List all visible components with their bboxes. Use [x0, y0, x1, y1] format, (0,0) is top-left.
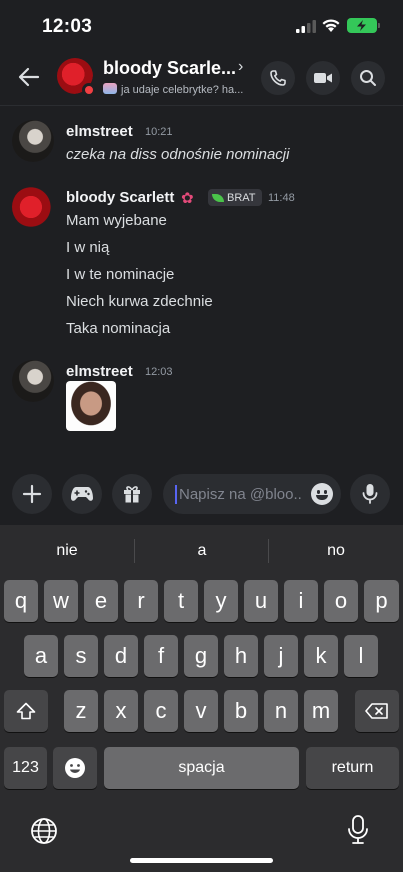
space-key[interactable]: spacja [104, 747, 299, 789]
emoji-icon [65, 758, 85, 778]
do-not-disturb-status-icon [82, 83, 96, 97]
message-text: Taka nominacja [66, 320, 171, 337]
status-bar: 12:03 [0, 0, 403, 50]
search-button[interactable] [351, 61, 385, 95]
key[interactable]: u [244, 580, 278, 622]
avatar[interactable] [12, 360, 54, 402]
voice-message-button[interactable] [350, 474, 390, 514]
key[interactable]: r [124, 580, 158, 622]
keyboard: nie a no q w e r t y u i o p a s d f g h… [0, 525, 403, 872]
message-text: Mam wyjebane [66, 212, 167, 229]
flower-icon: ✿ [181, 190, 194, 207]
leaf-icon [212, 193, 224, 202]
key[interactable]: t [164, 580, 198, 622]
return-key[interactable]: return [306, 747, 399, 789]
key[interactable]: l [344, 635, 378, 677]
status-emoji-icon [103, 83, 117, 94]
key[interactable]: f [144, 635, 178, 677]
key[interactable]: x [104, 690, 138, 732]
message-author[interactable]: elmstreet [66, 123, 133, 140]
message-timestamp: 10:21 [145, 126, 173, 138]
key[interactable]: n [264, 690, 298, 732]
predictive-text-bar: nie a no [0, 525, 403, 575]
gift-nitro-button[interactable] [112, 474, 152, 514]
emoji-picker-icon[interactable] [311, 483, 333, 505]
custom-status: ja udaje celebrytke? ha... [103, 83, 243, 96]
message-text: I w nią [66, 239, 110, 256]
key[interactable]: i [284, 580, 318, 622]
gif-attachment[interactable] [66, 381, 116, 431]
video-camera-icon [314, 73, 332, 83]
key[interactable]: m [304, 690, 338, 732]
wifi-icon [322, 19, 340, 32]
key[interactable]: h [224, 635, 258, 677]
suggestion[interactable]: no [269, 542, 403, 560]
numbers-key[interactable]: 123 [4, 747, 47, 789]
avatar[interactable] [12, 186, 54, 228]
chat-header: bloody Scarle... › ja udaje celebrytke? … [0, 50, 403, 106]
back-arrow-icon[interactable] [18, 66, 40, 88]
key[interactable]: d [104, 635, 138, 677]
key[interactable]: v [184, 690, 218, 732]
shift-icon [16, 702, 36, 720]
message-composer: Napisz na @bloo... [0, 466, 403, 524]
avatar[interactable] [12, 120, 54, 162]
key[interactable]: z [64, 690, 98, 732]
microphone-icon [362, 484, 378, 504]
phone-icon [270, 70, 286, 86]
backspace-icon [365, 703, 388, 719]
key[interactable]: c [144, 690, 178, 732]
message-timestamp: 12:03 [145, 366, 173, 378]
add-attachment-button[interactable] [12, 474, 52, 514]
custom-status-text: ja udaje celebrytke? ha... [121, 84, 244, 96]
page-title[interactable]: bloody Scarle... [103, 58, 236, 79]
key[interactable]: q [4, 580, 38, 622]
key[interactable]: o [324, 580, 358, 622]
cellular-signal-icon [296, 20, 316, 33]
message-text: I w te nominacje [66, 266, 175, 283]
activities-button[interactable] [62, 474, 102, 514]
backspace-key[interactable] [355, 690, 399, 732]
key[interactable]: k [304, 635, 338, 677]
clan-tag-label: BRAT [227, 191, 256, 204]
battery-charging-icon [347, 18, 377, 33]
gamepad-icon [71, 487, 93, 501]
key[interactable]: j [264, 635, 298, 677]
suggestion[interactable]: a [135, 542, 269, 560]
message-author[interactable]: elmstreet [66, 363, 133, 380]
message-input[interactable]: Napisz na @bloo... [163, 474, 341, 514]
key[interactable]: e [84, 580, 118, 622]
message-text: czeka na diss odnośnie nominacji [66, 146, 290, 163]
key[interactable]: p [364, 580, 399, 622]
key[interactable]: w [44, 580, 78, 622]
key[interactable]: a [24, 635, 58, 677]
key[interactable]: g [184, 635, 218, 677]
globe-icon[interactable] [30, 817, 58, 845]
message-timestamp: 11:48 [268, 192, 295, 204]
emoji-keyboard-key[interactable] [53, 747, 97, 789]
text-caret [175, 485, 177, 504]
search-icon [360, 70, 376, 86]
suggestion[interactable]: nie [0, 542, 134, 560]
gift-icon [124, 486, 140, 503]
message-author[interactable]: bloody Scarlett [66, 189, 174, 206]
message-text: Niech kurwa zdechnie [66, 293, 213, 310]
status-time: 12:03 [42, 16, 93, 37]
message-input-placeholder: Napisz na @bloo... [179, 486, 301, 503]
shift-key[interactable] [4, 690, 48, 732]
video-call-button[interactable] [306, 61, 340, 95]
home-indicator[interactable] [130, 858, 273, 863]
key[interactable]: b [224, 690, 258, 732]
clan-tag-badge[interactable]: BRAT [208, 189, 262, 206]
plus-icon [22, 484, 42, 504]
key[interactable]: y [204, 580, 238, 622]
voice-call-button[interactable] [261, 61, 295, 95]
dictation-microphone-icon[interactable] [347, 815, 369, 845]
key[interactable]: s [64, 635, 98, 677]
battery-tip [378, 23, 380, 28]
avatar[interactable] [57, 58, 96, 97]
chevron-right-icon[interactable]: › [238, 58, 243, 76]
